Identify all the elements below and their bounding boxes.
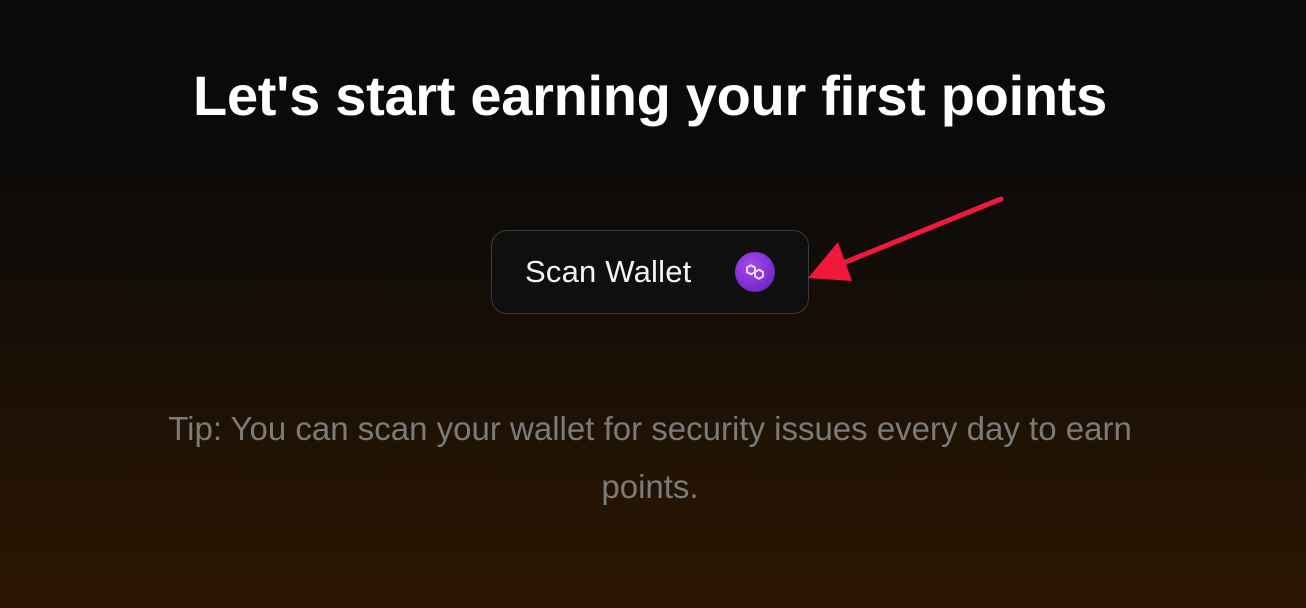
scan-wallet-button[interactable]: Scan Wallet	[491, 230, 809, 314]
pointer-arrow-icon	[808, 196, 1004, 281]
page-title: Let's start earning your first points	[193, 64, 1107, 127]
tip-text: Tip: You can scan your wallet for securi…	[0, 400, 1300, 516]
tip-line-2: points.	[601, 468, 699, 505]
tip-line-1: Tip: You can scan your wallet for securi…	[168, 410, 1132, 447]
polygon-chain-icon	[735, 252, 775, 292]
scan-wallet-label: Scan Wallet	[525, 254, 692, 289]
polygon-logo-icon	[746, 264, 764, 280]
